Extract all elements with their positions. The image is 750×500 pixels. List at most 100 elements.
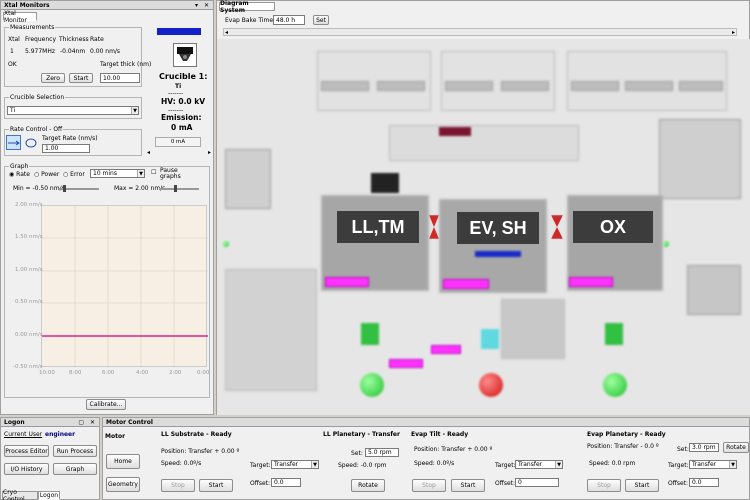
xtal-status: OK [8, 61, 17, 68]
ox-pump-body [605, 323, 623, 345]
run-process-button[interactable]: Run Process [53, 445, 97, 457]
xtal-window-title: Xtal Monitors [4, 2, 50, 9]
right-lower-panel [687, 265, 741, 315]
home-button[interactable]: Home [106, 454, 140, 469]
ll-substrate-stop-button[interactable]: Stop [161, 479, 195, 492]
rate-loop-toggle[interactable] [24, 137, 38, 149]
target-thick-label: Target thick (nm) [100, 61, 152, 68]
current-user-label: Current User [4, 431, 43, 438]
left-valve-stack [225, 149, 271, 209]
window-controls-icon[interactable]: ▢ ✕ [78, 418, 97, 427]
radio-power[interactable]: ○ Power [34, 171, 59, 178]
chevron-down-icon[interactable]: ▼ [555, 461, 562, 468]
calibrate-button[interactable]: Calibrate... [86, 399, 126, 410]
radio-rate[interactable]: ◉ Rate [9, 171, 30, 178]
ll-pump-btn-2 [377, 81, 425, 91]
tab-logon[interactable]: Logon [38, 491, 60, 500]
ll-substrate-target-label: Target: [250, 462, 271, 469]
header-rate: Rate [90, 36, 104, 43]
evap-planetary-start-button[interactable]: Start [625, 479, 659, 492]
ll-substrate-offset-input[interactable]: 0.0 [271, 478, 301, 487]
tab-diagram-system[interactable]: Diagram System [219, 0, 275, 14]
crucible-select[interactable]: Ti ▼ [7, 106, 139, 115]
bake-timer-set-button[interactable]: Set [313, 15, 329, 25]
logon-titlebar: Logon ▢ ✕ [1, 418, 99, 427]
ll-substrate-target-value: Transfer [274, 461, 299, 468]
min-slider-thumb[interactable] [63, 185, 66, 192]
time-range-select[interactable]: 10 mins ▼ [90, 169, 145, 178]
crucible-title: Crucible 1: [159, 72, 208, 81]
rate-plot-grid [42, 206, 208, 368]
x-tick-2: 6:00 [102, 370, 115, 376]
start-button[interactable]: Start [69, 73, 93, 83]
scroll-right-icon[interactable]: ▸ [208, 149, 211, 156]
evap-planetary-stop-button[interactable]: Stop [587, 479, 621, 492]
geometry-button[interactable]: Geometry [106, 477, 140, 492]
crucible-scrollbar[interactable]: ◂ ▸ [147, 149, 211, 156]
crucible-select-value: Ti [10, 107, 16, 114]
max-slider-thumb[interactable] [174, 185, 177, 192]
cell-frequency: 5.977MHz [25, 48, 56, 55]
right-status-dot [663, 241, 669, 247]
diagram-window-title: Diagram System [220, 0, 249, 14]
crucible-gun-icon [177, 47, 193, 61]
y-tick-1: 1.50 nm/s [15, 234, 43, 240]
evap-tilt-target-select[interactable]: Transfer ▼ [515, 460, 563, 469]
evap-roughing-pump-icon [479, 373, 503, 397]
ll-substrate-target-select[interactable]: Transfer ▼ [271, 460, 319, 469]
io-history-button[interactable]: I/O History [4, 463, 49, 475]
ll-planetary-set-input[interactable]: 5.0 rpm [365, 448, 399, 457]
ll-planetary-rotate-button[interactable]: Rotate [351, 479, 385, 492]
motor-control-window: Motor Control Motor Home Geometry LL Sub… [102, 417, 750, 500]
ll-substrate-speed: Speed: 0.0º/s [161, 460, 202, 467]
pause-graphs-label: Pause graphs [160, 167, 181, 180]
scroll-right-icon[interactable]: ▸ [732, 29, 735, 36]
scroll-left-icon[interactable]: ◂ [225, 29, 228, 36]
current-readout: 0 mA [170, 139, 186, 145]
evap-planetary-target-label: Target: [668, 462, 689, 469]
tab-cryo-control[interactable]: Cryo Control [2, 489, 38, 500]
evap-tilt-offset-input[interactable]: 0 [515, 478, 559, 487]
zero-button[interactable]: Zero [41, 73, 65, 83]
chevron-down-icon[interactable]: ▼ [729, 461, 736, 468]
max-slider[interactable] [159, 188, 199, 190]
evap-tilt-start-button[interactable]: Start [451, 479, 485, 492]
ll-substrate-start-button[interactable]: Start [199, 479, 233, 492]
pause-checkbox[interactable]: ☐ [151, 169, 156, 176]
graph-button[interactable]: Graph [53, 463, 97, 475]
evap-planetary-offset-label: Offset: [668, 480, 689, 487]
ll-planetary-set-label: Set: [351, 450, 363, 457]
target-rate-input[interactable]: 1.00 [42, 144, 90, 153]
y-tick-3: 0.50 nm/s [15, 299, 43, 305]
crucible-icon [173, 43, 197, 67]
ox-label: OX [573, 211, 653, 243]
radio-error[interactable]: ○ Error [63, 171, 85, 178]
target-thick-input[interactable]: 10.00 [100, 73, 140, 83]
evap-planetary-set-input[interactable]: 3.0 rpm [689, 443, 719, 452]
header-xtal: Xtal [8, 36, 20, 43]
chevron-down-icon[interactable]: ▼ [131, 107, 138, 114]
evap-tilt-target-value: Transfer [518, 461, 543, 468]
x-tick-3: 4:00 [136, 370, 149, 376]
evap-planetary-target-select[interactable]: Transfer ▼ [689, 460, 737, 469]
diagram-h-scrollbar[interactable]: ◂ ▸ [223, 28, 737, 36]
rate-line-toggle[interactable] [6, 135, 21, 150]
scroll-left-icon[interactable]: ◂ [147, 149, 150, 156]
evap-pump-btn-2 [501, 81, 549, 91]
cell-xtal: 1 [10, 48, 14, 55]
chevron-down-icon[interactable]: ▼ [311, 461, 318, 468]
y-tick-4: 0.00 nm/s [15, 332, 43, 338]
evap-planetary-offset-input[interactable]: 0.0 [689, 478, 719, 487]
feedback-loop-icon [25, 138, 37, 148]
rate-plot-area [41, 205, 208, 368]
chevron-down-icon[interactable]: ▼ [137, 170, 144, 177]
current-readout-box: 0 mA [155, 137, 201, 147]
window-controls-icon[interactable]: ▾ ✕ [195, 1, 211, 10]
process-editor-button[interactable]: Process Editor [4, 445, 49, 457]
bake-timer-input[interactable]: 48.0 h [273, 15, 305, 25]
evap-planetary-title: Evap Planetary - Ready [587, 431, 666, 438]
evap-tilt-stop-button[interactable]: Stop [412, 479, 446, 492]
ll-pink-readout-2 [389, 359, 423, 368]
evap-planetary-rotate-button[interactable]: Rotate [723, 442, 749, 453]
tab-xtal-monitor[interactable]: Xtal Monitor [3, 10, 37, 24]
